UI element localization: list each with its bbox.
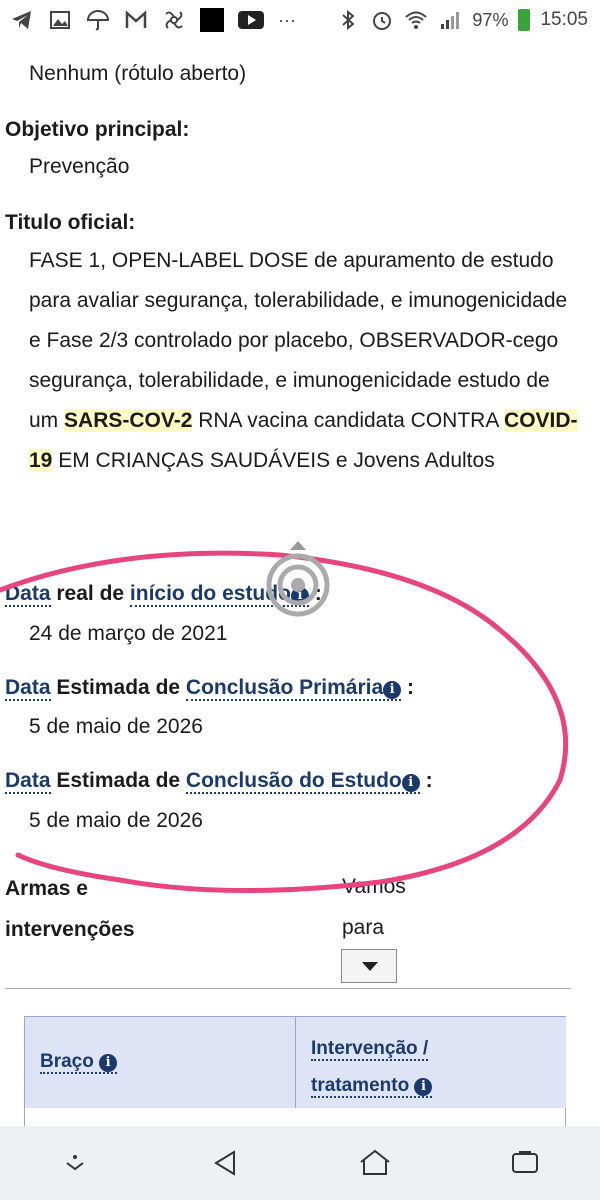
info-icon[interactable]: i: [383, 681, 402, 699]
battery-icon: [518, 9, 531, 31]
objective-label: Objetivo principal:: [5, 118, 190, 141]
section-divider: [5, 988, 571, 989]
pinwheel-icon: [165, 11, 183, 29]
home-button[interactable]: [355, 1143, 395, 1183]
objective-value: Prevenção: [29, 155, 130, 178]
telegram-icon: [12, 11, 31, 29]
goto-dropdown-button[interactable]: [341, 949, 397, 983]
study-completion-label: Data Estimada de Conclusão do Estudo i :: [5, 769, 433, 794]
hide-nav-button[interactable]: [55, 1143, 95, 1183]
back-icon: [214, 1150, 235, 1176]
scroll-handle-icon[interactable]: [258, 530, 338, 630]
arm-column-link[interactable]: Braço i: [40, 1051, 118, 1074]
more-icon: ···: [278, 9, 296, 30]
youtube-icon: [238, 11, 264, 29]
arms-table: Braço i Intervenção / tratamento i: [24, 1016, 566, 1136]
info-icon[interactable]: i: [99, 1054, 118, 1072]
masking-label-cut: [5, 32, 205, 42]
signal-icon: [441, 12, 460, 29]
primary-completion-link[interactable]: Conclusão Primária i: [185, 676, 402, 701]
wifi-icon: [405, 11, 428, 29]
recents-button[interactable]: [505, 1143, 545, 1183]
image-icon: [50, 11, 70, 29]
navigation-bar: [0, 1126, 600, 1200]
goto-label-line2: para: [342, 916, 385, 939]
study-completion-link[interactable]: Conclusão do Estudo i: [185, 769, 420, 794]
start-date-value: 24 de março de 2021: [29, 622, 228, 645]
table-header-arm: Braço i: [25, 1017, 296, 1108]
goto-label-line1: Vamos: [342, 875, 406, 898]
back-button[interactable]: [205, 1143, 245, 1183]
home-icon: [360, 1149, 390, 1175]
chevron-down-dot-icon: [66, 1155, 84, 1171]
arms-label-line1: Armas e: [5, 877, 88, 900]
intervention-column-link[interactable]: Intervenção /: [311, 1038, 429, 1061]
highlight-sars: SARS-COV-2: [64, 409, 193, 432]
recents-icon: [512, 1151, 538, 1173]
primary-completion-label: Data Estimada de Conclusão Primária i :: [5, 676, 414, 701]
battery-percent: 97%: [472, 9, 509, 30]
masking-value: Nenhum (rótulo aberto): [29, 62, 247, 85]
bluetooth-icon: [342, 9, 355, 31]
arms-label-line2: intervenções: [5, 918, 135, 941]
treatment-column-link[interactable]: tratamento i: [311, 1075, 433, 1098]
clock-time: 15:05: [540, 9, 588, 30]
data-link[interactable]: Data: [5, 676, 51, 701]
table-header-intervention: Intervenção / tratamento i: [296, 1017, 566, 1108]
primary-completion-value: 5 de maio de 2026: [29, 715, 203, 738]
official-title-text: FASE 1, OPEN-LABEL DOSE de apuramento de…: [29, 249, 578, 472]
alarm-icon: [373, 12, 392, 30]
study-completion-value: 5 de maio de 2026: [29, 809, 203, 832]
black-square-icon: [200, 8, 224, 32]
info-icon[interactable]: i: [401, 774, 420, 792]
official-title-label: Titulo oficial:: [5, 211, 136, 234]
gmail-icon: [125, 10, 147, 28]
data-link[interactable]: Data: [5, 582, 51, 607]
data-link[interactable]: Data: [5, 769, 51, 794]
umbrella-icon: [86, 10, 110, 31]
info-icon[interactable]: i: [414, 1078, 433, 1096]
